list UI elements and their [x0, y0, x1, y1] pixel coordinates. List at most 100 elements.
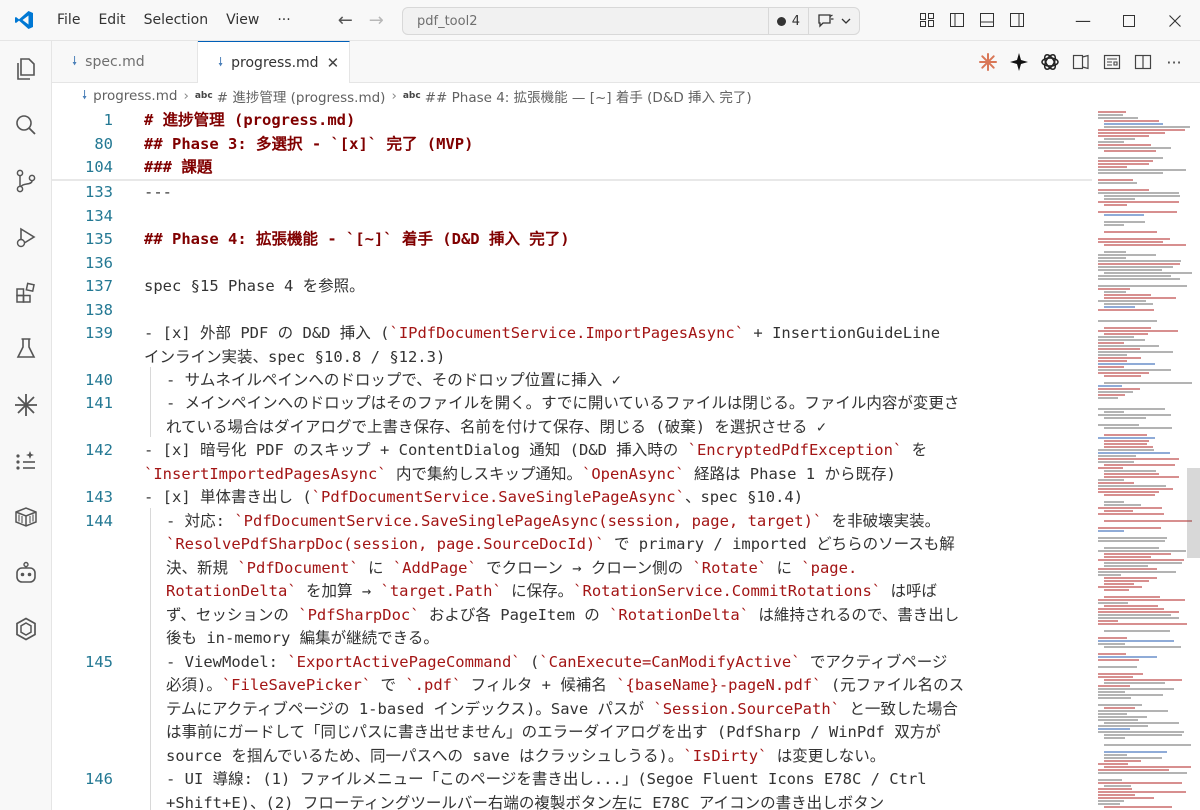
code-line[interactable]: `InsertImportedPagesAsync` 内で集約しスキップ通知。`…: [52, 463, 1092, 487]
forward-arrow-icon[interactable]: →: [369, 10, 384, 31]
scrollbar-thumb[interactable]: [1187, 468, 1200, 558]
toggle-panel-icon[interactable]: [978, 9, 996, 31]
close-window-icon[interactable]: [1152, 0, 1198, 41]
code-editor[interactable]: 1 # 進捗管理 (progress.md) 80 ## Phase 3: 多選択 -…: [52, 109, 1092, 810]
menu-file[interactable]: File: [48, 0, 89, 41]
code-line[interactable]: 104 ### 課題: [52, 156, 1092, 180]
line-content: 後も in-memory 編集が継続できる。: [166, 627, 439, 651]
minimap-line: [1098, 710, 1168, 712]
minimap-line: [1104, 126, 1190, 128]
minimap-line: [1104, 785, 1132, 787]
containers-icon[interactable]: [0, 493, 52, 541]
code-line[interactable]: 146 - UI 導線: (1) ファイルメニュー「このページを書き出し...」(…: [52, 768, 1092, 792]
minimap-line: [1098, 342, 1125, 344]
menu-view[interactable]: View: [217, 0, 268, 41]
minimize-icon[interactable]: —: [1060, 0, 1106, 41]
source-control-icon[interactable]: [0, 157, 52, 205]
code-line[interactable]: 139 - [x] 外部 PDF の D&D 挿入 (`IPdfDocumentS…: [52, 322, 1092, 346]
claude-icon[interactable]: [978, 51, 998, 73]
code-line[interactable]: インライン実装、spec §10.8 / §12.3): [52, 346, 1092, 370]
code-line[interactable]: 141 - メインペインへのドロップはそのファイルを開く。すでに開いているファイル…: [52, 392, 1092, 416]
menu-more[interactable]: ···: [268, 0, 299, 41]
minimap-line: [1098, 157, 1164, 159]
minimap-line: [1098, 201, 1179, 203]
code-line[interactable]: れている場合はダイアログで上書き保存、名前を付けて保存、閉じる (破棄) を選択…: [52, 416, 1092, 440]
remote-explorer-icon[interactable]: [0, 605, 52, 653]
tab-progress-md[interactable]: 🠗 progress.md ✕: [198, 41, 350, 84]
line-number: 145: [85, 652, 113, 671]
code-line[interactable]: 136: [52, 252, 1092, 276]
minimap-line: [1104, 294, 1152, 296]
sparkle-icon[interactable]: [1009, 51, 1029, 73]
code-line[interactable]: 138: [52, 299, 1092, 323]
code-line[interactable]: 134: [52, 205, 1092, 229]
code-line[interactable]: 143 - [x] 単体書き出し (`PdfDocumentService.Sav…: [52, 486, 1092, 510]
close-icon[interactable]: ✕: [327, 54, 340, 72]
line-number: 135: [85, 230, 113, 248]
open-preview-icon[interactable]: [1071, 51, 1091, 73]
plain-text: ず、セッションの: [166, 605, 299, 624]
breadcrumb-symbol-2[interactable]: ## Phase 4: 拡張機能 — [~] 着手 (D&D 挿入 完了): [425, 86, 752, 106]
toggle-primary-sidebar-icon[interactable]: [948, 9, 966, 31]
code-line[interactable]: 133 ---: [52, 181, 1092, 205]
menu-edit[interactable]: Edit: [89, 0, 134, 41]
toggle-secondary-sidebar-icon[interactable]: [1008, 9, 1026, 31]
minimap-line: [1098, 266, 1174, 268]
task-list-icon[interactable]: [0, 437, 52, 485]
code-line[interactable]: source を掴んでいるため、同一パスへの save はクラッシュしうる)。`…: [52, 745, 1092, 769]
minimap-line: [1104, 221, 1145, 223]
split-editor-icon[interactable]: [1133, 51, 1153, 73]
chat-icon: [818, 14, 834, 28]
run-debug-icon[interactable]: [0, 213, 52, 261]
minimap-line: [1104, 751, 1168, 753]
minimap[interactable]: [1092, 109, 1200, 810]
code-line[interactable]: 137 spec §15 Phase 4 を参照。: [52, 275, 1092, 299]
command-center[interactable]: pdf_tool2 4: [402, 7, 860, 35]
menu-selection[interactable]: Selection: [135, 0, 218, 41]
ai-sparkle-icon[interactable]: [0, 381, 52, 429]
code-line[interactable]: +Shift+E)、(2) フローティングツールバー右端の複製ボタン左に E78…: [52, 792, 1092, 810]
code-line[interactable]: 必須)。`FileSavePicker` で `.pdf` フィルタ + 候補名…: [52, 674, 1092, 698]
extensions-icon[interactable]: [0, 269, 52, 317]
code-line[interactable]: 135 ## Phase 4: 拡張機能 - `[~]` 着手 (D&D 挿入 完…: [52, 228, 1092, 252]
customize-layout-icon[interactable]: [918, 9, 936, 31]
preview-side-icon[interactable]: [1102, 51, 1122, 73]
breadcrumb-file[interactable]: progress.md: [93, 88, 177, 104]
inline-code: `PdfSharpDoc`: [298, 605, 420, 624]
code-line[interactable]: 142 - [x] 暗号化 PDF のスキップ + ContentDialog 通…: [52, 439, 1092, 463]
code-line[interactable]: 1 # 進捗管理 (progress.md): [52, 109, 1092, 133]
code-line[interactable]: 決、新規 `PdfDocument` に `AddPage` でクローン → ク…: [52, 557, 1092, 581]
code-line[interactable]: 80 ## Phase 3: 多選択 - `[x]` 完了 (MVP): [52, 133, 1092, 157]
tab-spec-md[interactable]: 🠗 spec.md: [52, 41, 198, 83]
code-line[interactable]: 後も in-memory 編集が継続できる。: [52, 627, 1092, 651]
chat-button[interactable]: [808, 8, 859, 34]
code-line[interactable]: `ResolvePdfSharpDoc(session, page.Source…: [52, 533, 1092, 557]
code-line[interactable]: は事前にガードして「同じパスに書き出せません」のエラーダイアログを出す (Pdf…: [52, 721, 1092, 745]
minimap-line: [1104, 443, 1148, 445]
code-line[interactable]: 140 - サムネイルペインへのドロップで、そのドロップ位置に挿入 ✓: [52, 369, 1092, 393]
code-line[interactable]: 144 - 対応: `PdfDocumentService.SaveSingleP…: [52, 510, 1092, 534]
more-actions-icon[interactable]: ···: [1164, 51, 1184, 73]
openai-icon[interactable]: [1040, 51, 1060, 73]
plain-text: インライン実装、spec §10.8 / §12.3): [144, 347, 446, 366]
search-icon[interactable]: [0, 101, 52, 149]
explorer-icon[interactable]: [0, 45, 52, 93]
minimap-line: [1098, 704, 1142, 706]
minimap-line: [1098, 656, 1157, 658]
menu-bar: File Edit Selection View ···: [48, 0, 300, 41]
code-line[interactable]: ず、セッションの `PdfSharpDoc` および各 PageItem の `…: [52, 604, 1092, 628]
dirty-dot-icon: [776, 16, 786, 26]
code-line[interactable]: テムにアクティブページの 1-based インデックス)。Save パスが `S…: [52, 698, 1092, 722]
testing-icon[interactable]: [0, 325, 52, 373]
copilot-icon[interactable]: [0, 549, 52, 597]
chat-status[interactable]: 4: [767, 8, 808, 34]
minimap-line: [1098, 507, 1163, 509]
minimap-line: [1104, 605, 1158, 607]
code-line[interactable]: RotationDelta` を加算 → `target.Path` に保存。`…: [52, 580, 1092, 604]
back-arrow-icon[interactable]: ←: [338, 10, 353, 31]
code-line[interactable]: 145 - ViewModel: `ExportActivePageCommand…: [52, 651, 1092, 675]
activity-bar: [0, 41, 52, 810]
minimap-line: [1098, 559, 1185, 561]
breadcrumb-symbol-1[interactable]: # 進捗管理 (progress.md): [217, 86, 386, 106]
maximize-icon[interactable]: [1106, 0, 1152, 41]
